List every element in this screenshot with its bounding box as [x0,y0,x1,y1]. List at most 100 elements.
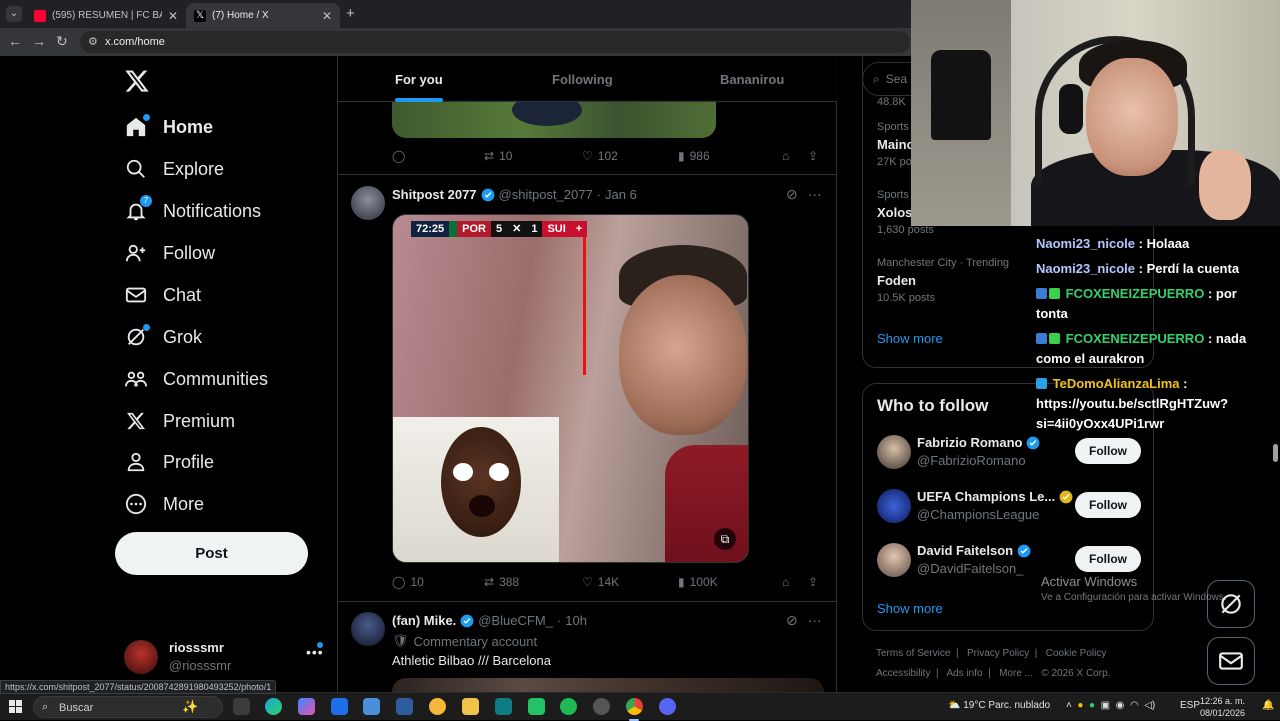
sidebar-item-more[interactable]: More [124,486,204,522]
sidebar-item-communities[interactable]: Communities [124,361,268,397]
notification-bell-icon[interactable]: 🔔 [1262,700,1274,711]
system-clock[interactable]: 12:26 a. m. 08/01/2026 [1200,695,1245,719]
tab-search-button[interactable]: ⌄ [6,6,22,22]
close-tab-icon[interactable]: ✕ [322,9,332,23]
previous-tweet-actions: ◯ ⇄ 10 ♡ 102 ▮ 986 ⌂ ⇪ [392,146,824,166]
grok-explain-icon[interactable]: ⊘ [786,186,798,203]
scrollbar-thumb[interactable] [1273,444,1278,462]
tweet-time[interactable]: 10h [565,613,587,628]
tweet-image[interactable] [392,678,824,692]
post-button[interactable]: Post [115,532,308,575]
avatar [877,543,911,577]
avatar[interactable] [351,186,385,220]
obs-icon[interactable] [593,698,610,715]
image-edit-icon[interactable]: ⧉ [714,528,736,550]
previous-tweet-media[interactable] [392,100,716,138]
author-name[interactable]: (fan) Mike. [392,613,456,628]
chrome-canary-icon[interactable] [429,698,446,715]
copilot-decoration-icon: ✨ [182,699,199,714]
vscode-icon[interactable] [396,698,413,715]
sidebar-item-follow[interactable]: Follow [124,235,215,271]
new-tab-button[interactable]: + [346,5,355,22]
trend-item[interactable]: Sports Mainc 27K po [877,121,914,168]
like-button[interactable]: ♡ 14K [582,575,678,589]
show-more-link[interactable]: Show more [877,601,943,616]
site-info-icon[interactable]: ⚙ [88,35,98,48]
language-indicator[interactable]: ESP [1180,700,1200,711]
back-arrow-icon[interactable]: ← [8,33,22,49]
share-icon[interactable]: ⇪ [808,575,818,589]
accessibility-link[interactable]: Accessibility [876,668,930,679]
reply-button[interactable]: ◯ 10 [392,575,484,589]
suggestion-item[interactable]: UEFA Champions Le... @ChampionsLeague Fo… [877,489,1141,525]
cookie-link[interactable]: Cookie Policy [1046,648,1107,659]
tweet-time[interactable]: Jan 6 [605,187,637,202]
trend-item[interactable]: 48.8K [877,92,906,108]
sidebar-item-home[interactable]: Home [124,109,213,145]
browser-tab-x[interactable]: 𝕏 (7) Home / X ✕ [186,3,340,28]
author-name[interactable]: Shitpost 2077 [392,187,477,202]
author-handle[interactable]: @BlueCFM_ [478,613,553,628]
copilot-icon[interactable] [298,698,315,715]
avatar[interactable] [351,612,385,646]
bookmark-icon[interactable]: ⌂ [782,575,808,589]
like-button[interactable]: ♡ 102 [582,149,678,163]
suggestion-item[interactable]: Fabrizio Romano @FabrizioRomano Follow [877,435,1141,471]
calendar-icon[interactable] [363,698,380,715]
edge-icon[interactable] [265,698,282,715]
sidebar-item-explore[interactable]: Explore [124,151,224,187]
more-dots-icon[interactable]: ··· [808,186,822,203]
weather-cloud-icon: ⛅ [948,700,961,711]
tab-bananirou[interactable]: Bananirou [720,56,784,102]
tweet-image[interactable]: 72:25 POR 5 ✕ 1 SUI + ⧉ [392,214,749,563]
chrome-icon[interactable] [626,698,643,715]
account-switcher[interactable]: riosssmr @riosssmr ••• [124,640,324,674]
sidebar-item-grok[interactable]: Grok [124,319,202,355]
task-view-icon[interactable] [233,698,250,715]
show-more-link[interactable]: Show more [877,331,943,346]
views-button[interactable]: ▮ 100K [678,575,782,589]
more-dots-icon[interactable]: ··· [808,612,822,629]
reply-button[interactable]: ◯ [392,149,484,163]
file-explorer-icon[interactable] [462,698,479,715]
follow-button[interactable]: Follow [1075,438,1141,464]
whatsapp-icon[interactable] [528,698,545,715]
sidebar-item-chat[interactable]: Chat [124,277,201,313]
follow-button[interactable]: Follow [1075,492,1141,518]
taskbar-search[interactable]: ⌕ Buscar ✨ [33,696,223,718]
spotify-icon[interactable] [560,698,577,715]
sidebar-item-notifications[interactable]: 7 Notifications [124,193,261,229]
x-logo-icon[interactable] [124,68,150,94]
sidebar-item-premium[interactable]: Premium [124,403,235,439]
ads-info-link[interactable]: Ads info [946,668,982,679]
forward-arrow-icon[interactable]: → [32,33,46,49]
repost-button[interactable]: ⇄ 388 [484,575,582,589]
views-button[interactable]: ▮ 986 [678,149,782,163]
browser-tab-youtube[interactable]: (595) RESUMEN | FC BARCELON ✕ [26,3,186,28]
privacy-link[interactable]: Privacy Policy [967,648,1029,659]
author-handle[interactable]: @shitpost_2077 [499,187,593,202]
messages-floating-button[interactable] [1207,637,1255,685]
terms-link[interactable]: Terms of Service [876,648,950,659]
more-link[interactable]: More ... [999,668,1033,679]
windows-start-icon[interactable] [9,700,22,713]
tray-icons[interactable]: ˄ ● ● ▣ ◉ ◠ ◁) [1066,700,1155,711]
reload-icon[interactable]: ↻ [56,33,68,50]
verified-badge-icon [481,188,494,201]
repost-button[interactable]: ⇄ 10 [484,149,582,163]
tab-for-you[interactable]: For you [395,56,443,102]
tab-following[interactable]: Following [552,56,613,102]
close-tab-icon[interactable]: ✕ [168,9,178,23]
grok-explain-icon[interactable]: ⊘ [786,612,798,629]
follow-button[interactable]: Follow [1075,546,1141,572]
discord-icon[interactable] [659,698,676,715]
share-icon[interactable]: ⇪ [808,149,818,163]
sidebar-item-profile[interactable]: Profile [124,444,214,480]
chat-badge-icon [1049,333,1060,344]
outlook-icon[interactable] [331,698,348,715]
store-icon[interactable] [495,698,512,715]
trend-item[interactable]: Manchester City · Trending Foden 10.5K p… [877,257,1009,304]
weather-widget[interactable]: ⛅ 19°C Parc. nublado [948,700,1050,711]
bookmark-icon[interactable]: ⌂ [782,149,808,163]
address-bar[interactable]: ⚙ x.com/home [80,31,910,53]
